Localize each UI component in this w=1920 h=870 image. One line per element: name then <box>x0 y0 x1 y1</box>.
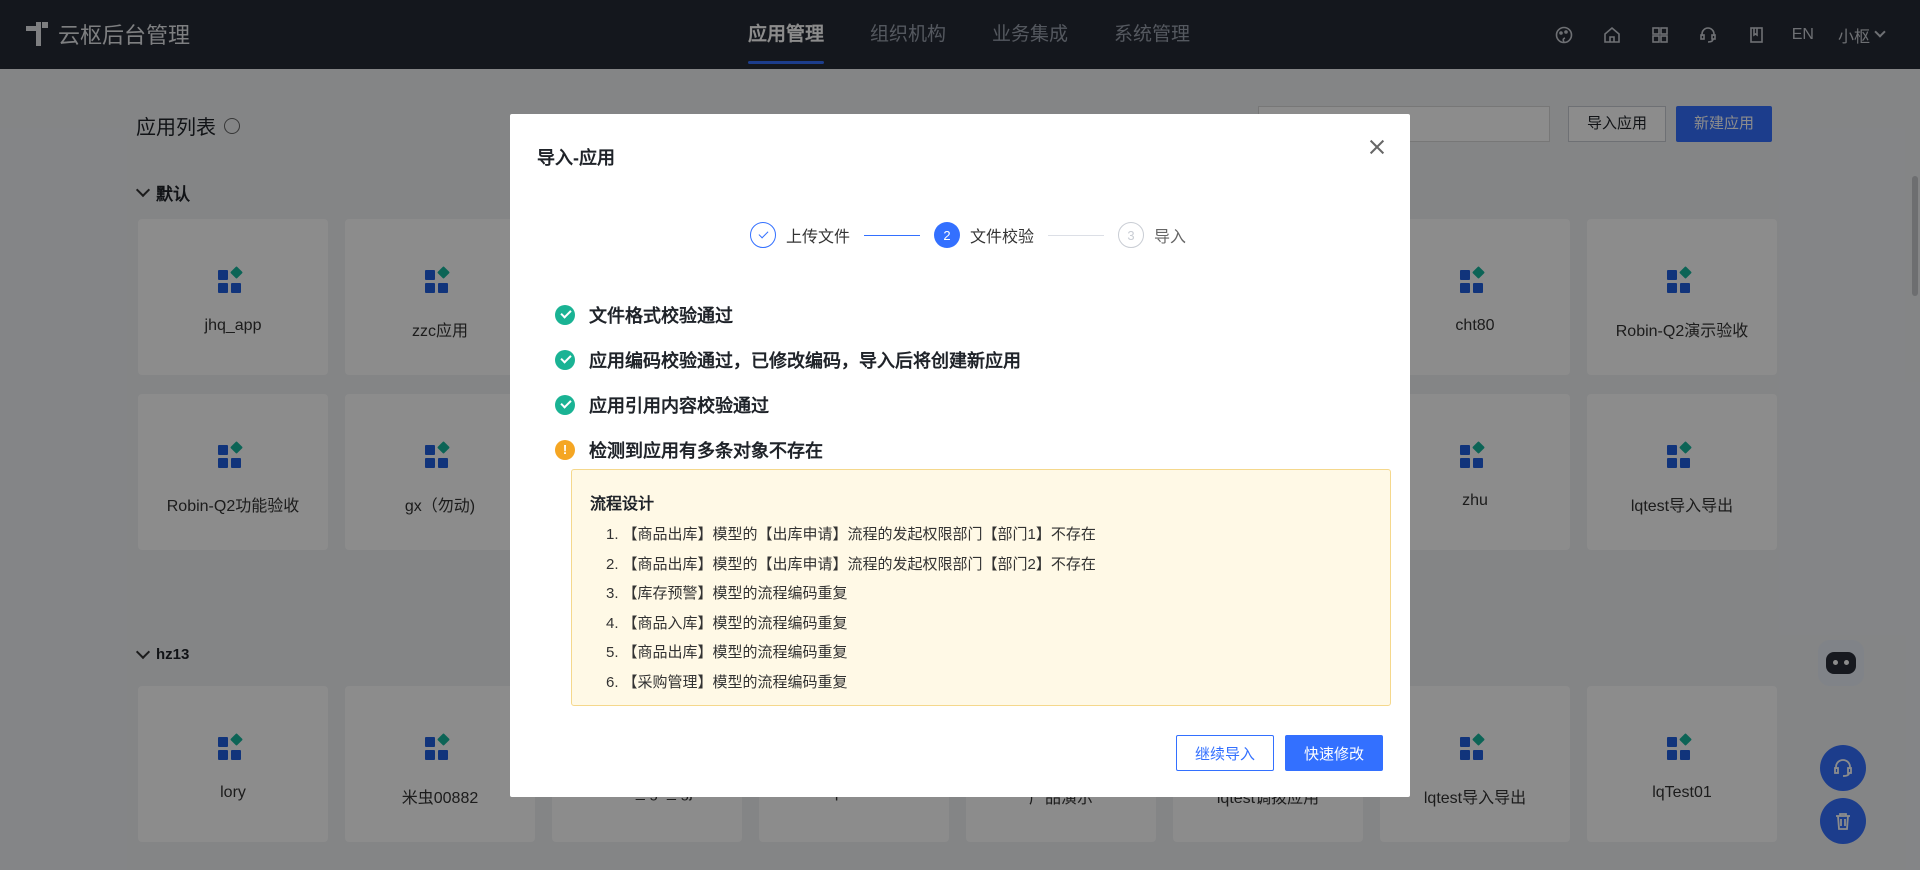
list-item: 5. 【商品出库】模型的流程编码重复 <box>606 638 1372 668</box>
success-icon <box>555 394 575 415</box>
close-icon[interactable] <box>1366 136 1388 158</box>
check-text: 应用编码校验通过，已修改编码，导入后将创建新应用 <box>589 350 1021 371</box>
list-item: 1. 【商品出库】模型的【出库申请】流程的发起权限部门【部门1】不存在 <box>606 520 1372 550</box>
item-text: 【库存预警】模型的流程编码重复 <box>622 585 848 602</box>
item-number: 1. <box>606 526 619 543</box>
check-text: 检测到应用有多条对象不存在 <box>589 440 823 461</box>
warning-detail-panel: 流程设计 1. 【商品出库】模型的【出库申请】流程的发起权限部门【部门1】不存在 … <box>571 469 1391 706</box>
step-number: 3 <box>1118 222 1145 248</box>
list-item: 2. 【商品出库】模型的【出库申请】流程的发起权限部门【部门2】不存在 <box>606 550 1372 580</box>
item-number: 5. <box>606 644 619 661</box>
item-text: 【商品出库】模型的【出库申请】流程的发起权限部门【部门1】不存在 <box>622 526 1096 543</box>
check-item: 应用编码校验通过，已修改编码，导入后将创建新应用 <box>555 337 1021 382</box>
step-label: 导入 <box>1154 229 1187 246</box>
step-divider <box>1048 234 1105 236</box>
step-import: 3 导入 <box>1118 222 1186 248</box>
step-upload: 上传文件 <box>750 222 850 248</box>
step-verify: 2 文件校验 <box>934 222 1034 248</box>
step-number: 2 <box>934 222 961 248</box>
list-item: 4. 【商品入库】模型的流程编码重复 <box>606 609 1372 639</box>
import-steps: 上传文件 2 文件校验 3 导入 <box>750 222 1186 248</box>
list-item: 6. 【采购管理】模型的流程编码重复 <box>606 668 1372 698</box>
import-app-dialog: 导入-应用 上传文件 2 文件校验 3 导入 文件格式校验通过 应用编码校验通过… <box>510 114 1410 797</box>
warning-icon: ! <box>555 439 575 460</box>
check-text: 文件格式校验通过 <box>589 305 733 326</box>
dialog-title: 导入-应用 <box>537 148 615 168</box>
check-item: 应用引用内容校验通过 <box>555 382 1021 427</box>
detail-title: 流程设计 <box>590 496 655 513</box>
step-label: 上传文件 <box>786 229 851 246</box>
validation-results: 文件格式校验通过 应用编码校验通过，已修改编码，导入后将创建新应用 应用引用内容… <box>555 292 1021 472</box>
list-item: 3. 【库存预警】模型的流程编码重复 <box>606 579 1372 609</box>
item-text: 【商品出库】模型的流程编码重复 <box>622 644 848 661</box>
success-icon <box>555 304 575 325</box>
item-number: 2. <box>606 555 619 573</box>
check-item: ! 检测到应用有多条对象不存在 <box>555 427 1021 472</box>
check-text: 应用引用内容校验通过 <box>589 395 769 416</box>
item-number: 6. <box>606 673 619 691</box>
check-item: 文件格式校验通过 <box>555 292 1021 337</box>
item-text: 【商品出库】模型的【出库申请】流程的发起权限部门【部门2】不存在 <box>622 555 1096 573</box>
item-number: 3. <box>606 585 619 602</box>
continue-import-button[interactable]: 继续导入 <box>1176 735 1274 771</box>
step-divider <box>864 234 921 236</box>
detail-list: 1. 【商品出库】模型的【出库申请】流程的发起权限部门【部门1】不存在 2. 【商品… <box>590 520 1372 697</box>
item-text: 【商品入库】模型的流程编码重复 <box>622 614 848 632</box>
step-label: 文件校验 <box>970 229 1035 246</box>
item-number: 4. <box>606 614 619 632</box>
item-text: 【采购管理】模型的流程编码重复 <box>622 673 848 691</box>
quick-fix-button[interactable]: 快速修改 <box>1285 735 1383 771</box>
success-icon <box>555 349 575 370</box>
check-icon <box>750 222 776 248</box>
